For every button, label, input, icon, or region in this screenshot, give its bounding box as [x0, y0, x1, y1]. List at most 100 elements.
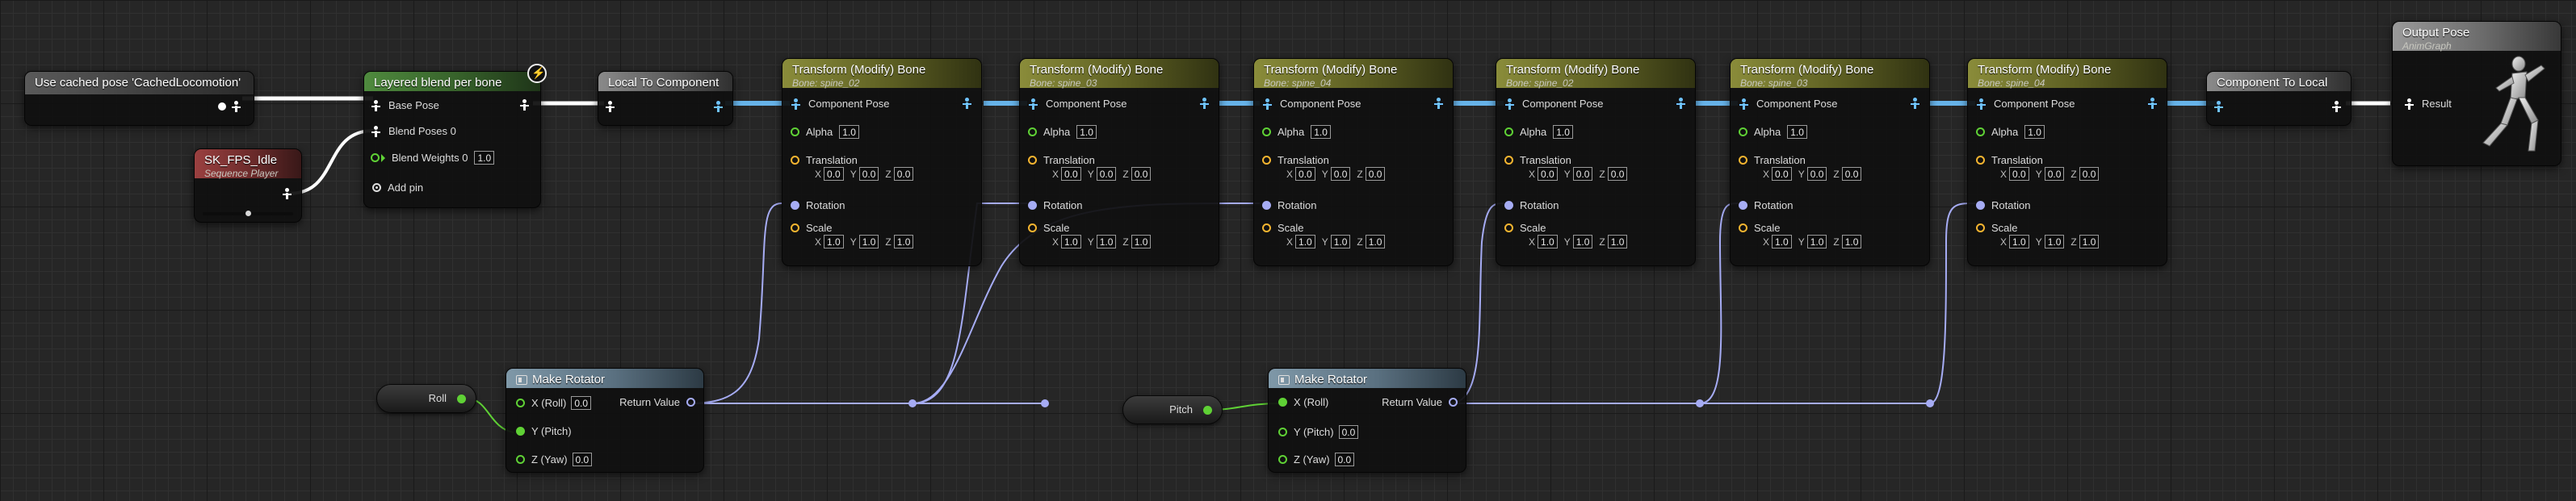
scale-z-input[interactable]: 1.0 [893, 235, 914, 248]
translation-x-input[interactable]: 0.0 [2009, 167, 2029, 181]
translation-x-input[interactable]: 0.0 [1295, 167, 1315, 181]
scale-z-input[interactable]: 1.0 [1607, 235, 1628, 248]
scale-pin[interactable] [1262, 223, 1271, 232]
translation-x-input[interactable]: 0.0 [1772, 167, 1792, 181]
layered-blend-node[interactable]: Layered blend per bone Base Pose Blend P… [363, 64, 547, 208]
alpha-pin[interactable] [1262, 127, 1271, 136]
transform-bone-node-4[interactable]: Transform (Modify) Bone Bone: spine_02 C… [1496, 58, 1696, 266]
component-pose-pin[interactable] [791, 98, 802, 110]
rotation-pin[interactable] [1739, 201, 1747, 210]
alpha-pin[interactable] [1739, 127, 1747, 136]
scale-y-input[interactable]: 1.0 [1806, 235, 1827, 248]
use-cached-pose-node[interactable]: Use cached pose 'CachedLocomotion' [24, 71, 254, 126]
return-value-pin[interactable] [1449, 398, 1458, 407]
translation-pin[interactable] [1262, 156, 1271, 165]
translation-y-input[interactable]: 0.0 [2044, 167, 2065, 181]
output-pose-node[interactable]: Output Pose AnimGraph Result [2392, 21, 2561, 166]
add-pin-label[interactable]: Add pin [388, 182, 423, 194]
return-value-pin[interactable] [686, 398, 695, 407]
component-pose-pin[interactable] [1262, 98, 1273, 110]
translation-z-input[interactable]: 0.0 [1131, 167, 1152, 181]
output-pose-pin[interactable] [1433, 98, 1445, 109]
scale-y-input[interactable]: 1.0 [858, 235, 879, 248]
blend-poses-pin[interactable] [371, 125, 382, 137]
pitch-variable-node[interactable]: Pitch [1122, 395, 1223, 424]
output-component-pose-pin[interactable] [713, 101, 724, 112]
z-yaw-input[interactable]: 0.0 [1334, 453, 1355, 466]
transform-bone-node-6[interactable]: Transform (Modify) Bone Bone: spine_04 C… [1967, 58, 2167, 266]
translation-y-input[interactable]: 0.0 [1096, 167, 1117, 181]
base-pose-pin[interactable] [371, 99, 382, 111]
scale-x-input[interactable]: 1.0 [1772, 235, 1792, 248]
scale-x-input[interactable]: 1.0 [1061, 235, 1081, 248]
output-pose-pin[interactable] [1676, 98, 1687, 109]
scale-pin[interactable] [1028, 223, 1037, 232]
translation-z-input[interactable]: 0.0 [1365, 167, 1386, 181]
y-pitch-pin[interactable] [516, 427, 525, 436]
output-pose-pin[interactable] [519, 99, 531, 111]
pitch-output-pin[interactable] [1203, 406, 1212, 415]
scale-y-input[interactable]: 1.0 [1096, 235, 1117, 248]
component-pose-pin[interactable] [1028, 98, 1039, 110]
scale-z-input[interactable]: 1.0 [1841, 235, 1862, 248]
translation-z-input[interactable]: 0.0 [893, 167, 914, 181]
z-yaw-pin[interactable] [1278, 455, 1287, 464]
scale-z-input[interactable]: 1.0 [1131, 235, 1152, 248]
component-pose-pin[interactable] [1976, 98, 1987, 110]
output-pose-pin[interactable] [1199, 98, 1210, 109]
translation-z-input[interactable]: 0.0 [1607, 167, 1628, 181]
scale-z-input[interactable]: 1.0 [1365, 235, 1386, 248]
translation-y-input[interactable]: 0.0 [1806, 167, 1827, 181]
alpha-input[interactable]: 1.0 [1553, 125, 1573, 139]
scale-pin[interactable] [1976, 223, 1985, 232]
transform-bone-node-3[interactable]: Transform (Modify) Bone Bone: spine_04 C… [1253, 58, 1454, 266]
sequence-player-node[interactable]: SK_FPS_Idle Sequence Player [194, 148, 302, 223]
z-yaw-pin[interactable] [516, 455, 525, 464]
alpha-input[interactable]: 1.0 [2024, 125, 2045, 139]
rotation-pin[interactable] [1976, 201, 1985, 210]
output-pose-pin[interactable] [2147, 98, 2159, 109]
scale-x-input[interactable]: 1.0 [2009, 235, 2029, 248]
transform-bone-node-2[interactable]: Transform (Modify) Bone Bone: spine_03 C… [1019, 58, 1219, 266]
output-pose-pin[interactable] [962, 98, 973, 109]
z-yaw-input[interactable]: 0.0 [572, 453, 593, 466]
alpha-input[interactable]: 1.0 [1311, 125, 1331, 139]
x-roll-input[interactable]: 0.0 [571, 396, 592, 410]
x-roll-pin[interactable] [1278, 398, 1287, 407]
transform-bone-node-1[interactable]: Transform (Modify) Bone Bone: spine_02 C… [782, 58, 982, 266]
alpha-input[interactable]: 1.0 [1787, 125, 1807, 139]
translation-pin[interactable] [791, 156, 799, 165]
translation-z-input[interactable]: 0.0 [2079, 167, 2100, 181]
translation-pin[interactable] [1028, 156, 1037, 165]
x-roll-pin[interactable] [516, 399, 525, 407]
component-pose-pin[interactable] [1504, 98, 1516, 110]
alpha-pin[interactable] [1976, 127, 1985, 136]
translation-z-input[interactable]: 0.0 [1841, 167, 1862, 181]
translation-x-input[interactable]: 0.0 [1061, 167, 1081, 181]
output-pose-pin[interactable] [2331, 101, 2343, 112]
translation-pin[interactable] [1976, 156, 1985, 165]
scale-pin[interactable] [791, 223, 799, 232]
translation-x-input[interactable]: 0.0 [1538, 167, 1558, 181]
rotation-pin[interactable] [1262, 201, 1271, 210]
output-pose-pin[interactable] [218, 102, 226, 111]
translation-x-input[interactable]: 0.0 [824, 167, 844, 181]
scale-x-input[interactable]: 1.0 [1538, 235, 1558, 248]
alpha-pin[interactable] [791, 127, 799, 136]
roll-variable-node[interactable]: Roll [376, 384, 476, 413]
alpha-pin[interactable] [1504, 127, 1513, 136]
y-pitch-pin[interactable] [1278, 428, 1287, 436]
translation-pin[interactable] [1739, 156, 1747, 165]
scale-pin[interactable] [1504, 223, 1513, 232]
rotation-pin[interactable] [791, 201, 799, 210]
scale-y-input[interactable]: 1.0 [1572, 235, 1593, 248]
result-pose-pin[interactable] [2404, 98, 2415, 110]
input-pose-pin[interactable] [605, 101, 616, 112]
scale-y-input[interactable]: 1.0 [2044, 235, 2065, 248]
alpha-input[interactable]: 1.0 [1076, 125, 1097, 139]
blend-weights-pin[interactable] [371, 153, 380, 162]
make-rotator-node-2[interactable]: Make Rotator X (Roll) Return Value Y (Pi… [1268, 368, 1466, 473]
add-pin-icon[interactable] [372, 183, 381, 192]
play-position-knob[interactable] [245, 211, 251, 216]
translation-y-input[interactable]: 0.0 [858, 167, 879, 181]
